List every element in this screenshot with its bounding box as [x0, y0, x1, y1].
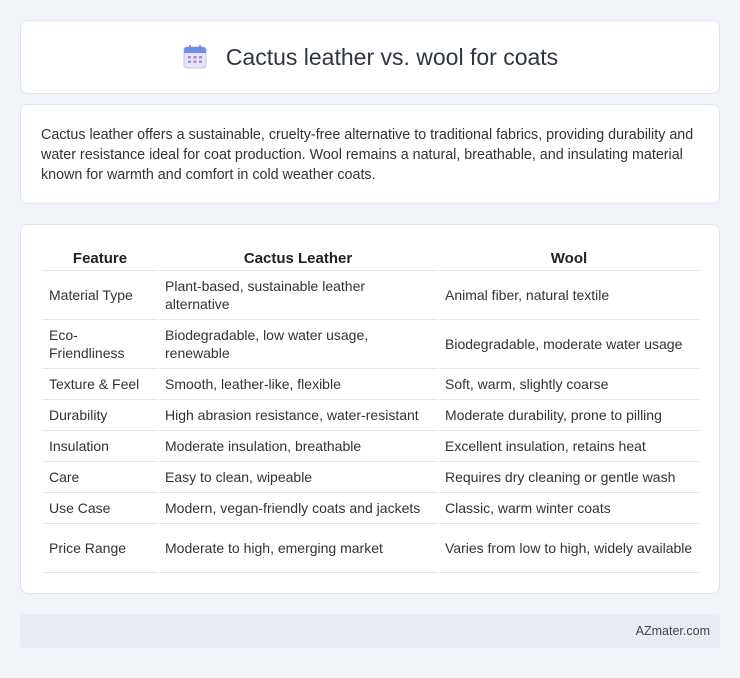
comparison-table-card: Feature Cactus Leather Wool Material Typ… — [20, 224, 720, 594]
table-cell: Care — [43, 462, 157, 493]
table-cell: Smooth, leather-like, flexible — [159, 369, 437, 400]
calendar-icon — [183, 45, 207, 69]
page-title: Cactus leather vs. wool for coats — [225, 43, 559, 70]
table-cell: Plant-based, sustainable leather alterna… — [159, 271, 437, 320]
table-cell: Excellent insulation, retains heat — [439, 431, 699, 462]
table-row: Care Easy to clean, wipeable Requires dr… — [43, 462, 699, 493]
table-header-row: Feature Cactus Leather Wool — [43, 243, 699, 271]
table-cell: Modern, vegan-friendly coats and jackets — [159, 493, 437, 524]
table-row: Insulation Moderate insulation, breathab… — [43, 431, 699, 462]
table-cell: Price Range — [43, 524, 157, 573]
title-wrap: Cactus leather vs. wool for coats — [182, 44, 558, 71]
table-cell: Soft, warm, slightly coarse — [439, 369, 699, 400]
table-cell: Classic, warm winter coats — [439, 493, 699, 524]
table-row: Use Case Modern, vegan-friendly coats an… — [43, 493, 699, 524]
table-cell: Eco-Friendliness — [43, 320, 157, 369]
table-cell: Varies from low to high, widely availabl… — [439, 524, 699, 573]
table-row: Durability High abrasion resistance, wat… — [43, 400, 699, 431]
table-row: Eco-Friendliness Biodegradable, low wate… — [43, 320, 699, 369]
table-cell: Moderate insulation, breathable — [159, 431, 437, 462]
intro-card: Cactus leather offers a sustainable, cru… — [20, 104, 720, 204]
table-cell: Durability — [43, 400, 157, 431]
intro-paragraph: Cactus leather offers a sustainable, cru… — [41, 127, 694, 183]
table-row: Texture & Feel Smooth, leather-like, fle… — [43, 369, 699, 400]
table-cell: Material Type — [43, 271, 157, 320]
footer-brand: AZmater.com — [635, 624, 710, 638]
table-cell: Use Case — [43, 493, 157, 524]
table-cell: Animal fiber, natural textile — [439, 271, 699, 320]
table-cell: Insulation — [43, 431, 157, 462]
table-cell: Moderate to high, emerging market — [159, 524, 437, 573]
table-cell: Easy to clean, wipeable — [159, 462, 437, 493]
column-header-wool: Wool — [439, 243, 699, 271]
title-card: Cactus leather vs. wool for coats — [20, 20, 720, 94]
column-header-cactus-leather: Cactus Leather — [159, 243, 437, 271]
table-cell: Requires dry cleaning or gentle wash — [439, 462, 699, 493]
table-cell: High abrasion resistance, water-resistan… — [159, 400, 437, 431]
column-header-feature: Feature — [43, 243, 157, 271]
table-cell: Biodegradable, moderate water usage — [439, 320, 699, 369]
table-row: Material Type Plant-based, sustainable l… — [43, 271, 699, 320]
table-cell: Biodegradable, low water usage, renewabl… — [159, 320, 437, 369]
footer-bar: AZmater.com — [20, 614, 720, 648]
table-cell: Moderate durability, prone to pilling — [439, 400, 699, 431]
comparison-table: Feature Cactus Leather Wool Material Typ… — [43, 243, 699, 573]
table-cell: Texture & Feel — [43, 369, 157, 400]
table-row: Price Range Moderate to high, emerging m… — [43, 524, 699, 573]
